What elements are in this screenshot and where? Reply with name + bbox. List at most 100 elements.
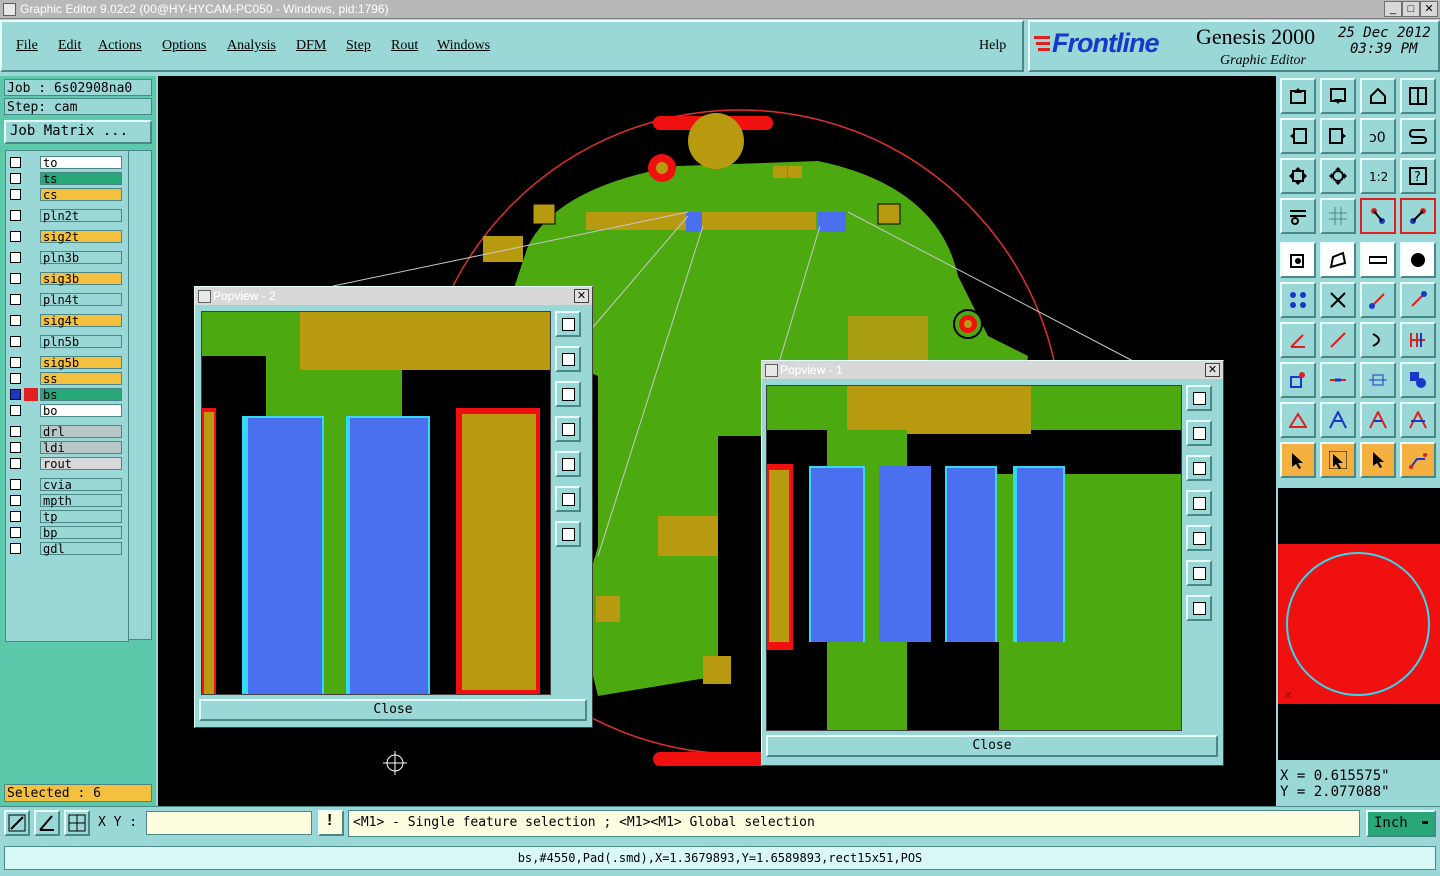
menu-windows[interactable]: Windows (437, 38, 490, 54)
measure-settings-button[interactable] (1280, 198, 1316, 234)
popview-2-zoom-out-button[interactable] (555, 521, 581, 547)
popview-1-zoom-out-button[interactable] (1186, 595, 1212, 621)
layer-row-mpth[interactable]: mpth (6, 494, 128, 508)
layer-checkbox[interactable] (10, 273, 21, 284)
layer-checkbox[interactable] (10, 527, 21, 538)
layer-checkbox[interactable] (10, 405, 21, 416)
layer-name[interactable]: rout (40, 457, 122, 471)
select-feature-button[interactable] (1280, 242, 1316, 278)
layer-checkbox[interactable] (10, 157, 21, 168)
layer-name[interactable]: bo (40, 404, 122, 418)
net-trace-button[interactable] (1400, 198, 1436, 234)
zoom-ratio-button[interactable]: 1:2 (1360, 158, 1396, 194)
pan-right-button[interactable] (1320, 118, 1356, 154)
help-button[interactable]: ? (1400, 158, 1436, 194)
layer-checkbox[interactable] (10, 315, 21, 326)
layer-checkbox[interactable] (10, 442, 21, 453)
layer-checkbox[interactable] (10, 210, 21, 221)
pad-select-button[interactable] (1400, 242, 1436, 278)
layer-row-rout[interactable]: rout (6, 457, 128, 471)
layer-name[interactable]: mpth (40, 494, 122, 508)
layer-name[interactable]: ss (40, 372, 122, 386)
layer-row-gdl[interactable]: gdl (6, 542, 128, 556)
layer-checkbox[interactable] (10, 389, 21, 400)
net-highlight-button[interactable] (1360, 198, 1396, 234)
line-add-red-button[interactable] (1400, 282, 1436, 318)
layer-checkbox[interactable] (10, 479, 21, 490)
graphic-canvas[interactable]: Popview - 2 ✕ Close Popview - 1 ✕ Close (158, 76, 1276, 806)
layer-checkbox[interactable] (10, 231, 21, 242)
layer-row-cvia[interactable]: cvia (6, 478, 128, 492)
pointer-alt-button[interactable] (1360, 442, 1396, 478)
line-add-button[interactable] (1360, 282, 1396, 318)
popview-2-pan-left-button[interactable] (555, 416, 581, 442)
copy-button[interactable] (1280, 362, 1316, 398)
align-button[interactable] (1400, 322, 1436, 358)
layer-name[interactable]: pln5b (40, 335, 122, 349)
layer-checkbox[interactable] (10, 458, 21, 469)
popview-2-view[interactable] (201, 311, 551, 695)
dimension-button[interactable] (1360, 362, 1396, 398)
layer-name[interactable]: ldi (40, 441, 122, 455)
layer-checkbox[interactable] (10, 426, 21, 437)
popview-1-pan-down-button[interactable] (1186, 455, 1212, 481)
job-matrix-button[interactable]: Job Matrix ... (4, 120, 152, 144)
popview-1-close-icon[interactable]: ✕ (1205, 363, 1220, 377)
layer-name[interactable]: cs (40, 188, 122, 202)
triangle-button[interactable] (1280, 402, 1316, 438)
popview-2-zoom-area-button[interactable] (555, 311, 581, 337)
snap-button[interactable] (1400, 118, 1436, 154)
zoom-fit-button[interactable] (1280, 158, 1316, 194)
layer-row-bo[interactable]: bo (6, 404, 128, 418)
minimize-button[interactable]: _ (1384, 1, 1402, 17)
layer-checkbox[interactable] (10, 336, 21, 347)
layer-checkbox[interactable] (10, 252, 21, 263)
popview-1-titlebar[interactable]: Popview - 1 ✕ (762, 361, 1223, 379)
layer-name[interactable]: to (40, 156, 122, 170)
zoom-center-button[interactable] (1320, 158, 1356, 194)
pan-left-button[interactable] (1280, 118, 1316, 154)
zoom-page-down-button[interactable] (1320, 78, 1356, 114)
warning-button[interactable]: ! (318, 810, 344, 836)
pointer-box-button[interactable] (1320, 442, 1356, 478)
layer-name[interactable]: sig5b (40, 356, 122, 370)
layer-row-drl[interactable]: drl (6, 425, 128, 439)
popview-1-close-button[interactable]: Close (766, 735, 1218, 757)
a-shape-button[interactable] (1320, 402, 1356, 438)
menu-help[interactable]: Help (979, 38, 1006, 54)
layer-row-ss[interactable]: ss (6, 372, 128, 386)
layer-row-sig3b[interactable]: sig3b (6, 272, 128, 286)
layer-name[interactable]: pln4t (40, 293, 122, 307)
maximize-button[interactable]: □ (1402, 1, 1420, 17)
angle-button[interactable] (1280, 322, 1316, 358)
zoom-home-button[interactable] (1280, 78, 1316, 114)
popview-2-pan-up-button[interactable] (555, 346, 581, 372)
layer-name[interactable]: tp (40, 510, 122, 524)
grid-button[interactable] (1320, 198, 1356, 234)
menu-dfm[interactable]: DFM (296, 38, 326, 54)
popview-1-pan-right-button[interactable] (1186, 525, 1212, 551)
menu-edit[interactable]: Edit (58, 38, 81, 54)
angle-snap-button[interactable] (34, 810, 60, 836)
cut-line-button[interactable] (1320, 362, 1356, 398)
layer-checkbox[interactable] (10, 373, 21, 384)
route-button[interactable] (1400, 442, 1436, 478)
popview-2-titlebar[interactable]: Popview - 2 ✕ (195, 287, 592, 305)
layer-checkbox[interactable] (10, 495, 21, 506)
popview-1-pan-up-button[interactable] (1186, 420, 1212, 446)
layer-checkbox[interactable] (10, 357, 21, 368)
layer-row-pln3b[interactable]: pln3b (6, 251, 128, 265)
layer-row-sig2t[interactable]: sig2t (6, 230, 128, 244)
layer-checkbox[interactable] (10, 511, 21, 522)
layer-row-tp[interactable]: tp (6, 510, 128, 524)
layer-row-pln5b[interactable]: pln5b (6, 335, 128, 349)
layer-row-pln2t[interactable]: pln2t (6, 209, 128, 223)
layer-name[interactable]: gdl (40, 542, 122, 556)
pointer-button[interactable] (1280, 442, 1316, 478)
layer-row-sig5b[interactable]: sig5b (6, 356, 128, 370)
layer-name[interactable]: bp (40, 526, 122, 540)
layer-checkbox[interactable] (10, 189, 21, 200)
layer-row-ts[interactable]: ts (6, 172, 128, 186)
layer-name[interactable]: bs (40, 388, 122, 402)
menu-rout[interactable]: Rout (391, 38, 418, 54)
